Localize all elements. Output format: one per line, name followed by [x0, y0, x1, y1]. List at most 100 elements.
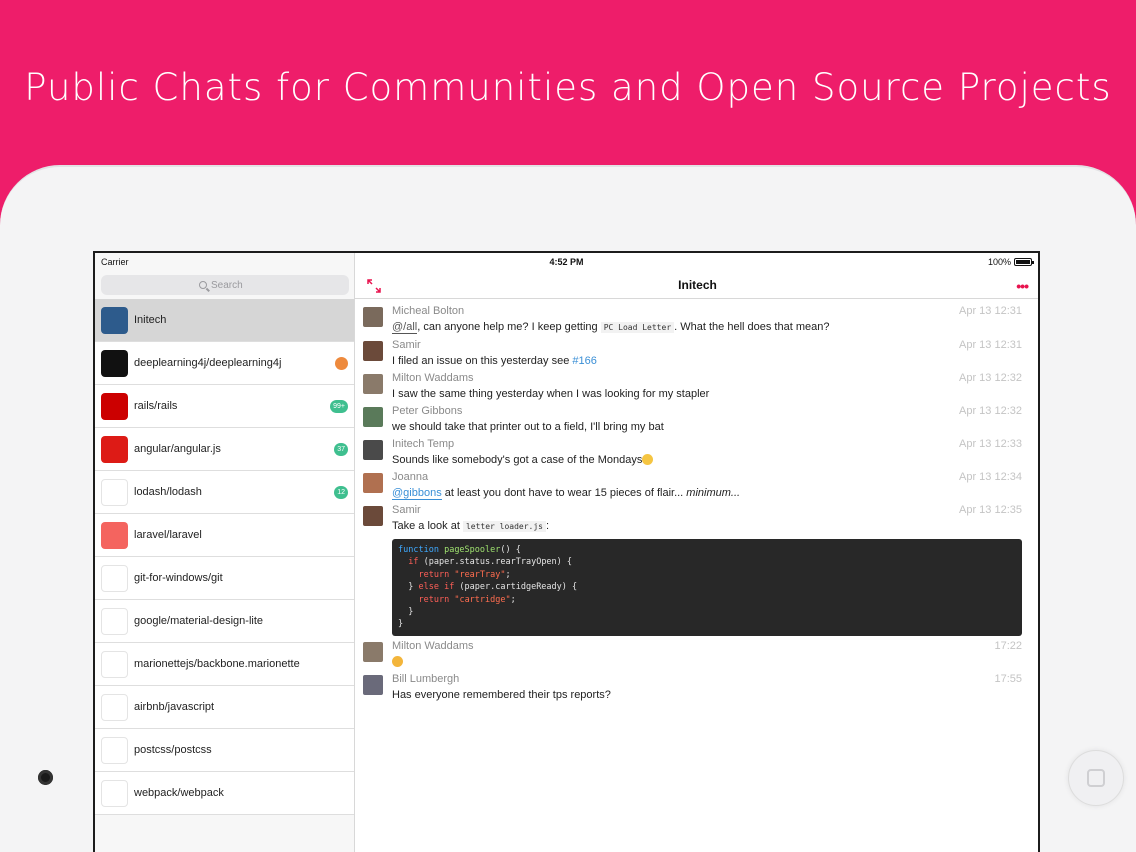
code-token: ;	[505, 569, 511, 580]
message-username[interactable]: Samir	[392, 504, 421, 516]
message: Initech Temp Apr 13 12:33 Sounds like some…	[355, 434, 1038, 467]
code-token: }	[398, 619, 404, 630]
message-username[interactable]: Milton Waddams	[392, 372, 474, 384]
user-avatar[interactable]	[363, 641, 383, 662]
room-name: rails/rails	[134, 400, 178, 412]
user-mention[interactable]: @gibbons	[392, 487, 442, 500]
room-name: postcss/postcss	[134, 744, 212, 756]
message-list: Micheal Bolton Apr 13 12:31 @/all, can any…	[355, 301, 1038, 702]
room-name: angular/angular.js	[134, 443, 221, 455]
message-header: Milton Waddams 17:22	[392, 636, 1038, 652]
google-logo	[101, 607, 128, 635]
home-button-icon	[1087, 769, 1105, 787]
message-emphasis: minimum...	[686, 487, 741, 499]
message-header: Micheal Bolton Apr 13 12:31	[392, 301, 1038, 317]
room-item[interactable]: git-for-windows/git	[95, 557, 354, 600]
message-body: I filed an issue on this yesterday see #…	[392, 354, 1038, 368]
room-name: google/material-design-lite	[134, 615, 264, 627]
message-body: @/all, can anyone help me? I keep gettin…	[392, 320, 1038, 335]
camera-icon	[38, 770, 53, 785]
room-name: git-for-windows/git	[134, 572, 223, 584]
code-line: }	[398, 618, 1016, 630]
room-list: Initech deeplearning4j/deeplearning4j rail…	[95, 299, 354, 815]
search-input[interactable]	[211, 279, 251, 291]
room-item[interactable]: angular/angular.js 37	[95, 428, 354, 471]
message-timestamp: Apr 13 12:31	[959, 339, 1022, 351]
home-button[interactable]	[1068, 750, 1124, 806]
user-avatar[interactable]	[363, 674, 383, 695]
deeplearning4j-logo	[101, 349, 128, 377]
issue-link[interactable]: #166	[572, 355, 596, 367]
message-header: Joanna Apr 13 12:34	[392, 467, 1038, 483]
code-line: return "rearTray";	[398, 569, 1016, 581]
code-line: }	[398, 606, 1016, 618]
airbnb-logo	[101, 693, 128, 721]
laravel-logo	[101, 521, 128, 549]
battery-icon	[1014, 258, 1034, 266]
more-options-icon[interactable]: •••	[1016, 278, 1029, 294]
message-username[interactable]: Samir	[392, 339, 421, 351]
git-for-windows-logo	[101, 564, 128, 592]
room-item[interactable]: deeplearning4j/deeplearning4j	[95, 342, 354, 385]
message-username[interactable]: Micheal Bolton	[392, 305, 464, 317]
message-text: we should take that printer out to a fie…	[392, 421, 664, 433]
message-timestamp: Apr 13 12:34	[959, 471, 1022, 483]
message-text: :	[546, 520, 550, 532]
user-avatar[interactable]	[363, 440, 383, 460]
code-token: pageSpooler	[444, 545, 501, 555]
room-item[interactable]: laravel/laravel	[95, 514, 354, 557]
code-line: if (paper.status.rearTrayOpen) {	[398, 556, 1016, 568]
code-token: () {	[500, 545, 521, 555]
code-token: "rearTray"	[454, 569, 506, 580]
message-text: Has everyone remembered their tps report…	[392, 688, 611, 701]
message-body: I saw the same thing yesterday when I wa…	[392, 387, 1038, 401]
room-item[interactable]: rails/rails 99+	[95, 385, 354, 428]
code-line: function pageSpooler() {	[398, 544, 1016, 556]
room-item[interactable]: marionettejs/backbone.marionette	[95, 643, 354, 686]
message-header: Initech Temp Apr 13 12:33	[392, 434, 1038, 450]
postcss-logo	[101, 736, 128, 764]
user-avatar[interactable]	[363, 374, 383, 394]
user-avatar[interactable]	[363, 473, 383, 493]
room-name: airbnb/javascript	[134, 701, 215, 713]
room-title: Initech	[678, 278, 717, 292]
code-token: if	[408, 557, 419, 568]
message-text: Sounds like somebody's got a case of the…	[392, 454, 643, 466]
message-header: Samir Apr 13 12:35	[392, 500, 1038, 516]
room-item[interactable]: google/material-design-lite	[95, 600, 354, 643]
room-item[interactable]: webpack/webpack	[95, 772, 354, 815]
message-username[interactable]: Joanna	[392, 471, 428, 483]
message-username[interactable]: Milton Waddams	[392, 640, 474, 652]
unread-badge	[335, 357, 348, 370]
message-text: I saw the same thing yesterday when I wa…	[392, 388, 710, 400]
user-avatar[interactable]	[363, 341, 383, 361]
room-name: lodash/lodash	[134, 486, 202, 498]
message: Samir Apr 13 12:35 Take a look at letter l…	[355, 500, 1038, 636]
message-text: Take a look at	[392, 520, 463, 532]
room-item[interactable]: Initech	[95, 299, 354, 342]
message-username[interactable]: Initech Temp	[392, 438, 454, 450]
battery-indicator: 100%	[988, 257, 1034, 267]
message-username[interactable]: Bill Lumbergh	[392, 673, 459, 685]
message-body: Take a look at letter loader.js:	[392, 519, 1038, 534]
lodash-logo	[101, 478, 128, 506]
room-item[interactable]: postcss/postcss	[95, 729, 354, 772]
code-token: else if	[418, 582, 455, 593]
message-username[interactable]: Peter Gibbons	[392, 405, 462, 417]
room-item[interactable]: lodash/lodash 12	[95, 471, 354, 514]
message-text: . What the hell does that mean?	[674, 321, 830, 333]
unread-badge: 99+	[330, 400, 348, 413]
search-bar[interactable]	[101, 275, 349, 295]
user-avatar[interactable]	[363, 506, 383, 526]
code-token: return	[418, 569, 450, 580]
code-block: function pageSpooler() { if (paper.statu…	[392, 539, 1022, 636]
app-screen: Initech deeplearning4j/deeplearning4j rail…	[93, 251, 1040, 852]
angular-logo	[101, 435, 128, 463]
user-mention[interactable]: @/all	[392, 321, 418, 334]
user-avatar[interactable]	[363, 307, 383, 327]
user-avatar[interactable]	[363, 407, 383, 427]
sidebar: Initech deeplearning4j/deeplearning4j rail…	[95, 253, 355, 852]
room-item[interactable]: airbnb/javascript	[95, 686, 354, 729]
message-header: Milton Waddams Apr 13 12:32	[392, 368, 1038, 384]
disappointed-emoji-icon	[642, 454, 654, 465]
